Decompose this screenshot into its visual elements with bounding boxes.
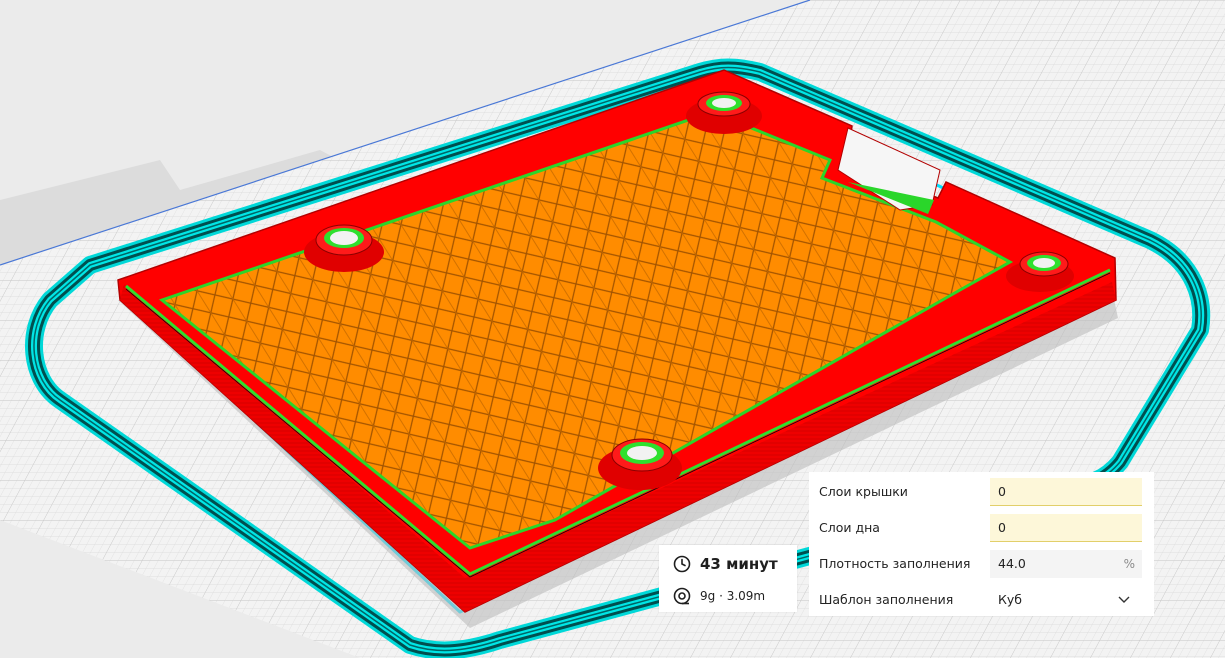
setting-infill-density: Плотность заполнения 44.0 % — [809, 546, 1154, 582]
setting-label: Шаблон заполнения — [819, 592, 954, 607]
bottom-layers-value: 0 — [998, 520, 1006, 535]
layer-view-viewport[interactable]: 43 минут 9g · 3.09m Слои крышки 0 Слои д… — [0, 0, 1225, 658]
bottom-layers-input[interactable]: 0 — [990, 514, 1142, 542]
setting-infill-pattern: Шаблон заполнения Куб — [809, 582, 1154, 618]
print-settings-panel: Слои крышки 0 Слои дна 0 Плотность запол… — [809, 472, 1154, 616]
print-time: 43 минут — [700, 555, 778, 573]
clock-icon — [673, 555, 691, 573]
top-layers-input[interactable]: 0 — [990, 478, 1142, 506]
setting-label: Слои дна — [819, 520, 880, 535]
infill-pattern-select[interactable]: Куб — [990, 586, 1142, 614]
setting-bottom-layers: Слои дна 0 — [809, 510, 1154, 546]
material-usage-row: 9g · 3.09m — [673, 587, 765, 605]
setting-top-layers: Слои крышки 0 — [809, 474, 1154, 510]
filament-spool-icon — [673, 587, 691, 605]
top-layers-value: 0 — [998, 484, 1006, 499]
infill-density-unit: % — [1123, 557, 1135, 571]
infill-density-input[interactable]: 44.0 % — [990, 550, 1142, 578]
print-info-card[interactable]: 43 минут 9g · 3.09m — [659, 545, 797, 612]
setting-label: Слои крышки — [819, 484, 908, 499]
print-time-row: 43 минут — [673, 555, 778, 573]
setting-label: Плотность заполнения — [819, 556, 971, 571]
infill-density-value: 44.0 — [998, 556, 1026, 571]
chevron-down-icon — [1118, 596, 1130, 603]
material-usage: 9g · 3.09m — [700, 589, 766, 603]
infill-pattern-value: Куб — [998, 592, 1022, 607]
